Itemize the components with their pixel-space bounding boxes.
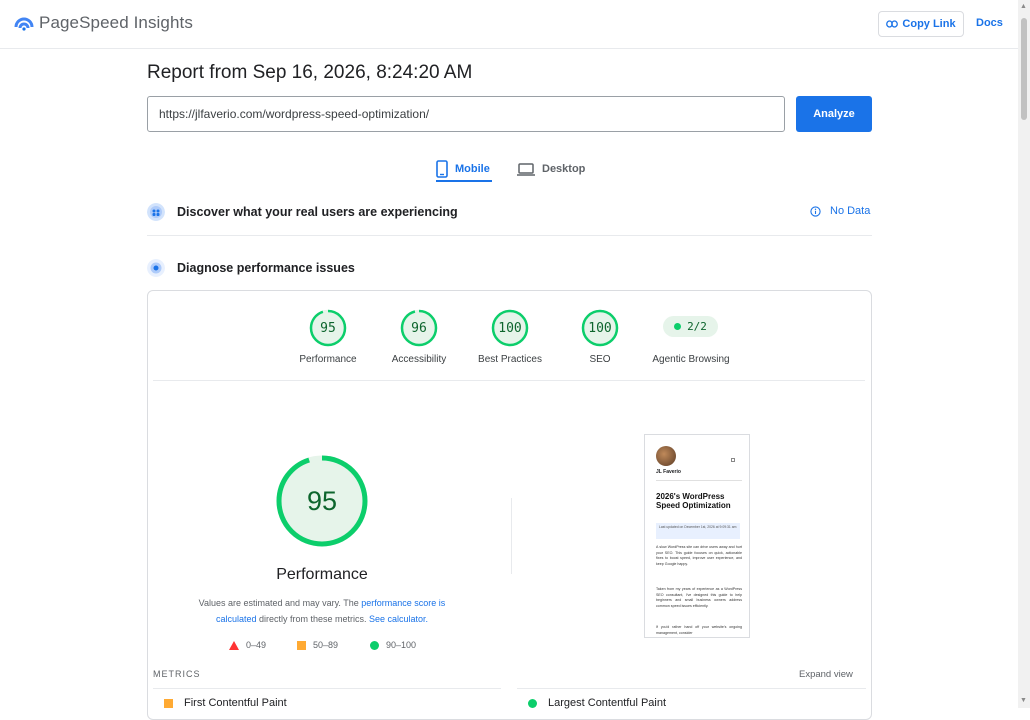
screenshot-paragraph-2: Taken from my years of experience as a W… [656, 587, 742, 608]
url-input[interactable]: https://jlfaverio.com/wordpress-speed-op… [147, 96, 785, 132]
screenshot-updated: Last updated on December 1st, 2026 at 9:… [656, 523, 740, 539]
metric-lcp-name: Largest Contentful Paint [548, 697, 667, 709]
legend-good: 90–100 [370, 640, 416, 650]
metrics-divider-left [153, 688, 501, 689]
report-title: Report from Sep 16, 2026, 8:24:20 AM [147, 62, 473, 83]
page-screenshot[interactable]: JL Faverio 2026's WordPress Speed Optimi… [644, 434, 750, 638]
seo-score: 100 [588, 320, 612, 336]
gauges-divider [153, 380, 865, 381]
scroll-down-arrow-icon[interactable]: ▼ [1020, 697, 1027, 704]
copy-link-label: Copy Link [902, 18, 956, 30]
metric-fcp: First Contentful Paint [164, 697, 287, 709]
laptop-icon [517, 162, 535, 176]
legend-average-range: 50–89 [313, 640, 339, 650]
field-data-title: Discover what your real users are experi… [177, 205, 458, 219]
screenshot-author: JL Faverio [656, 469, 681, 475]
diagnose-section: Diagnose performance issues [147, 246, 872, 290]
performance-gauge[interactable]: 95 [309, 309, 347, 347]
diagnose-title: Diagnose performance issues [177, 261, 355, 275]
agentic-browsing-value: 2/2 [687, 320, 707, 333]
circle-icon [370, 640, 379, 650]
link-icon [886, 20, 899, 28]
metric-fcp-name: First Contentful Paint [184, 697, 287, 709]
legend-poor: 0–49 [229, 640, 266, 650]
scrollbar-thumb[interactable] [1021, 18, 1027, 120]
vertical-divider [511, 498, 512, 574]
analyze-button[interactable]: Analyze [796, 96, 872, 132]
section-divider [147, 235, 872, 236]
average-square-icon [164, 698, 173, 708]
good-circle-icon [528, 698, 537, 708]
metrics-heading: METRICS [153, 669, 201, 679]
tab-desktop[interactable]: Desktop [517, 156, 585, 182]
performance-label: Performance [299, 354, 357, 365]
legend-poor-range: 0–49 [246, 640, 267, 650]
performance-main-score: 95 [306, 485, 338, 516]
tab-mobile-label: Mobile [455, 163, 490, 175]
info-icon [810, 205, 821, 217]
author-avatar [656, 446, 676, 466]
users-icon [147, 203, 165, 221]
seo-label: SEO [589, 354, 611, 365]
no-data-label: No Data [830, 205, 871, 217]
tab-desktop-label: Desktop [542, 163, 586, 175]
description-text-2: directly from these metrics. [256, 614, 369, 624]
agentic-browsing-label: Agentic Browsing [652, 354, 730, 365]
best-practices-score: 100 [498, 320, 522, 336]
accessibility-score: 96 [411, 320, 427, 336]
field-data-section: Discover what your real users are experi… [147, 190, 872, 234]
agentic-browsing-badge[interactable]: 2/2 [663, 316, 718, 337]
screenshot-heading: 2026's WordPress Speed Optimization [656, 492, 731, 510]
accessibility-label: Accessibility [391, 354, 447, 365]
app-title[interactable]: PageSpeed Insights [39, 13, 193, 33]
screenshot-paragraph-3: If you'd rather hand off your website's … [656, 625, 742, 635]
active-tab-indicator [436, 180, 492, 182]
mobile-phone-icon [436, 160, 448, 178]
screenshot-paragraph-1: A slow WordPress site can drive users aw… [656, 545, 742, 566]
seo-gauge[interactable]: 100 [581, 309, 619, 347]
triangle-icon [229, 640, 239, 650]
menu-icon [731, 458, 735, 462]
legend-average: 50–89 [297, 640, 338, 650]
see-calculator-link[interactable]: See calculator. [369, 614, 428, 624]
metric-lcp: Largest Contentful Paint [528, 697, 666, 709]
metrics-divider-right [517, 688, 866, 689]
performance-main-title: Performance [276, 566, 368, 583]
performance-description: Values are estimated and may vary. The p… [185, 595, 459, 627]
accessibility-gauge[interactable]: 96 [400, 309, 438, 347]
copy-link-button[interactable]: Copy Link [878, 11, 964, 37]
pagespeed-logo-icon[interactable] [14, 14, 34, 34]
best-practices-label: Best Practices [478, 354, 542, 365]
description-text-1: Values are estimated and may vary. The [198, 598, 362, 608]
legend-good-range: 90–100 [386, 640, 417, 650]
tab-mobile[interactable]: Mobile [436, 156, 490, 182]
expand-view-button[interactable]: Expand view [799, 669, 853, 680]
screenshot-divider [656, 480, 742, 481]
no-data-status[interactable]: No Data [810, 205, 870, 217]
docs-link[interactable]: Docs [976, 17, 1003, 29]
lab-data-icon [147, 259, 165, 277]
performance-score: 95 [320, 320, 336, 336]
pass-dot-icon [674, 323, 682, 330]
scroll-up-arrow-icon[interactable]: ▲ [1020, 3, 1027, 10]
square-icon [297, 640, 306, 650]
best-practices-gauge[interactable]: 100 [491, 309, 529, 347]
